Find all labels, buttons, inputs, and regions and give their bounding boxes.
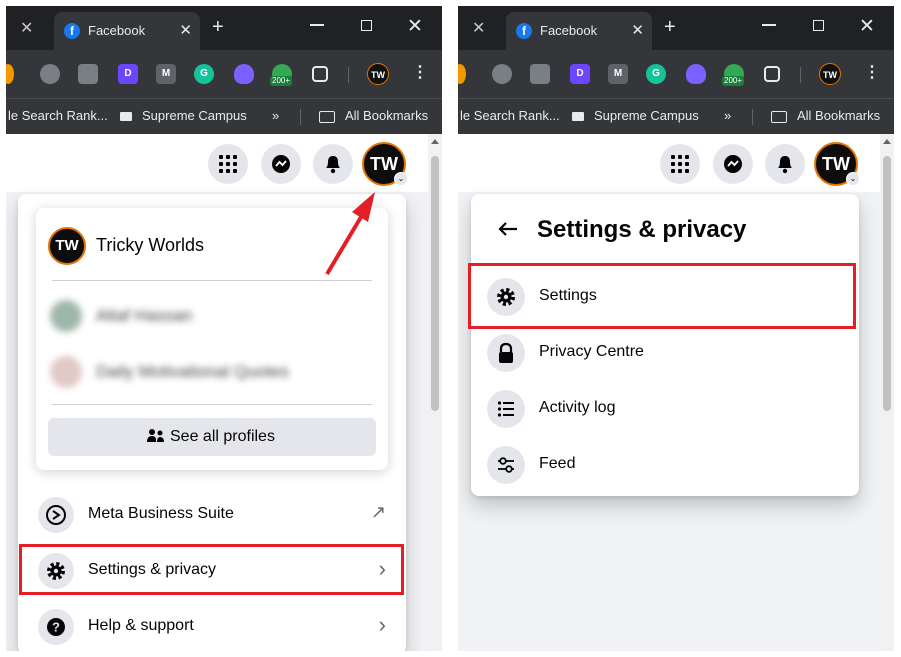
back-arrow-icon[interactable] <box>493 214 523 244</box>
scrollbar-thumb[interactable] <box>883 156 891 411</box>
more-menu-icon[interactable]: ⋮ <box>864 62 880 82</box>
menu-item-activity-log[interactable]: Activity log <box>471 382 859 436</box>
left-screenshot-panel: ✕ f Facebook ✕ + ✕ D M G 200+ TW ⋮ le Se… <box>6 6 442 651</box>
close-window-button[interactable]: ✕ <box>859 15 875 38</box>
bookmark-supreme-campus[interactable]: Supreme Campus <box>594 108 699 123</box>
grammarly-extension-icon[interactable]: G <box>646 64 666 84</box>
m-extension-icon[interactable]: M <box>608 64 628 84</box>
browser-profile-avatar[interactable]: TW <box>819 63 841 85</box>
facebook-favicon-icon: f <box>516 23 532 39</box>
bookmark-favicon-icon <box>572 112 584 121</box>
close-previous-tab-icon[interactable]: ✕ <box>472 18 485 38</box>
bookmarks-bar: le Search Rank... Supreme Campus » All B… <box>458 98 894 134</box>
bookmark-all-bookmarks[interactable]: All Bookmarks <box>797 108 880 123</box>
notifications-button[interactable] <box>765 144 805 184</box>
extension-icon[interactable] <box>458 64 466 84</box>
flame-extension-icon[interactable] <box>686 64 706 84</box>
sliders-icon <box>487 446 525 484</box>
toolbar-divider <box>800 67 801 83</box>
bookmark-search-rank[interactable]: le Search Rank... <box>460 108 560 123</box>
highlight-box <box>468 263 856 329</box>
close-tab-icon[interactable]: ✕ <box>631 21 644 39</box>
scroll-up-arrow-icon[interactable] <box>883 139 891 144</box>
shield-extension-icon[interactable] <box>492 64 512 84</box>
menu-item-label: Activity log <box>539 399 616 416</box>
menu-item-label: Feed <box>539 455 576 472</box>
tab-title: Facebook <box>540 23 598 38</box>
menu-item-privacy-centre[interactable]: Privacy Centre <box>471 326 859 380</box>
messenger-icon <box>724 155 742 173</box>
grid-icon <box>671 155 689 173</box>
bookmarks-overflow-icon[interactable]: » <box>724 108 731 123</box>
chevron-down-icon: ⌄ <box>846 172 860 186</box>
facebook-page: TW ⌄ Settings & privacy Settings Privacy… <box>458 134 894 651</box>
restore-window-button[interactable] <box>813 20 824 31</box>
tab-strip: ✕ f Facebook ✕ + ✕ <box>458 6 894 50</box>
ublock-extension-icon[interactable] <box>530 64 550 84</box>
d-extension-icon[interactable]: D <box>570 64 590 84</box>
list-icon <box>487 390 525 428</box>
messenger-button[interactable] <box>713 144 753 184</box>
bell-icon <box>778 156 792 174</box>
menu-item-label: Privacy Centre <box>539 343 644 360</box>
settings-privacy-title: Settings & privacy <box>537 216 747 243</box>
red-arrow-annotation <box>325 192 375 276</box>
folder-icon <box>771 111 787 123</box>
right-screenshot-panel: ✕ f Facebook ✕ + ✕ D M G 200+ TW ⋮ le Se… <box>458 6 894 651</box>
new-tab-button[interactable]: + <box>664 16 676 39</box>
menu-grid-button[interactable] <box>660 144 700 184</box>
menu-item-feed[interactable]: Feed <box>471 438 859 492</box>
settings-privacy-panel: Settings & privacy Settings Privacy Cent… <box>471 194 859 496</box>
minimize-window-button[interactable] <box>762 24 776 26</box>
tab-facebook[interactable]: f Facebook ✕ <box>506 12 652 50</box>
lock-icon <box>487 334 525 372</box>
extensions-toolbar: D M G 200+ TW ⋮ <box>458 50 894 98</box>
bookmarks-divider <box>752 109 753 125</box>
puzzle-extensions-icon[interactable] <box>764 66 780 82</box>
extension-badge: 200+ <box>722 76 745 86</box>
page-scrollbar[interactable] <box>880 134 894 651</box>
